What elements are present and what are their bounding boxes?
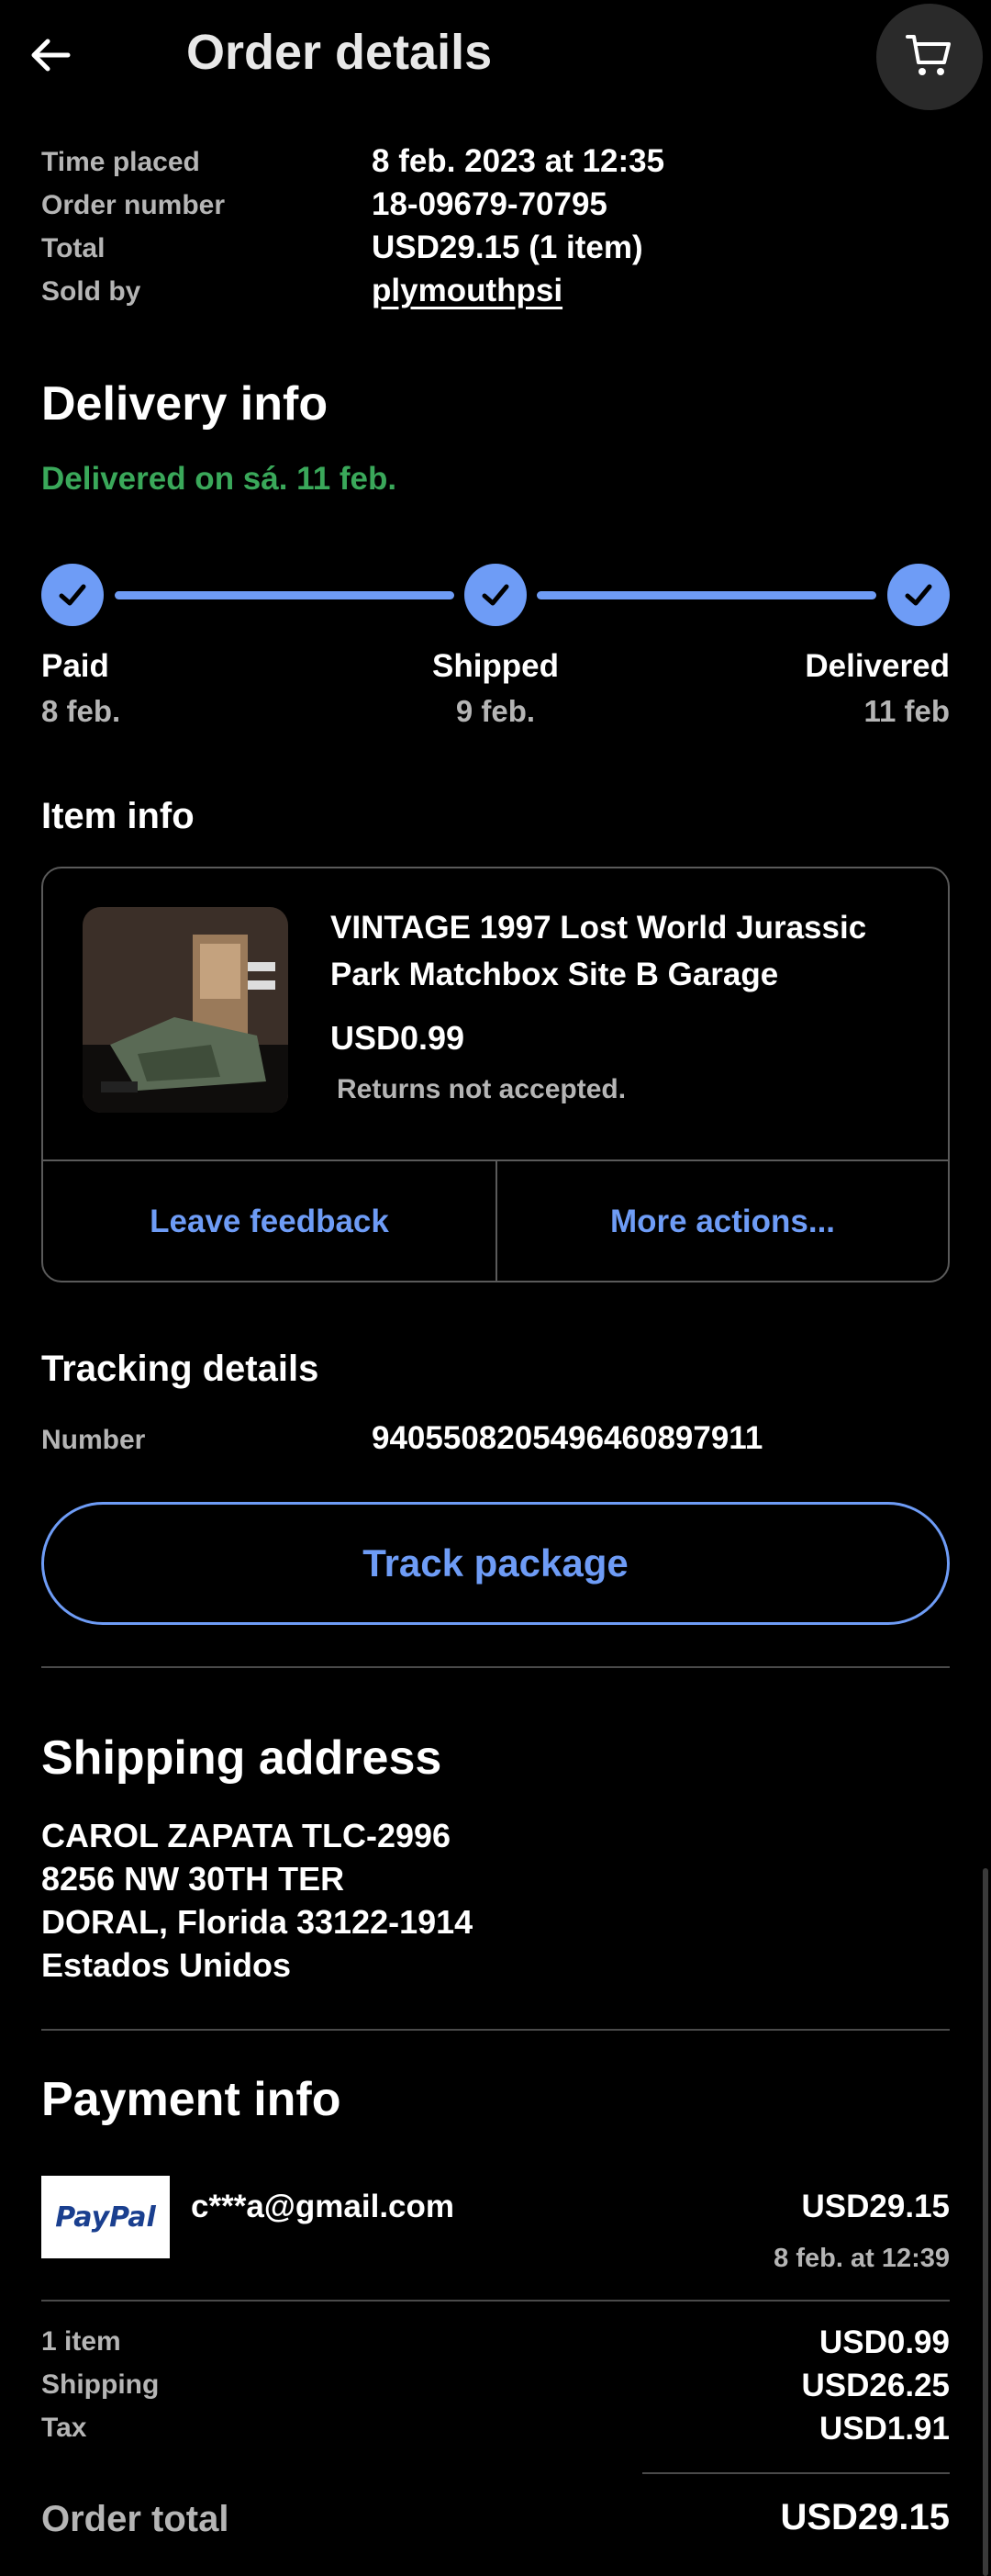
item-info-heading: Item info — [41, 796, 195, 836]
back-button[interactable] — [28, 20, 119, 94]
step-paid-check-icon — [41, 564, 104, 626]
cart-button[interactable] — [876, 4, 983, 110]
step-shipped-label: Shipped — [431, 648, 560, 684]
section-divider — [41, 2029, 950, 2031]
summary-shipping-label: Shipping — [41, 2369, 160, 2400]
seller-link[interactable]: plymouthpsi — [372, 273, 562, 309]
step-delivered-label: Delivered — [805, 648, 950, 684]
order-total-label: Order total — [41, 2499, 229, 2539]
time-placed-label: Time placed — [41, 147, 200, 177]
total-label: Total — [41, 233, 106, 263]
tracking-details-heading: Tracking details — [41, 1349, 319, 1389]
tracking-number-label: Number — [41, 1425, 146, 1455]
page-title: Order details — [186, 25, 493, 80]
shipping-address-heading: Shipping address — [41, 1731, 442, 1785]
step-paid-label: Paid — [41, 648, 109, 684]
arrow-left-icon — [28, 32, 73, 83]
address-line-4: Estados Unidos — [41, 1946, 292, 1984]
cart-icon — [904, 29, 955, 85]
address-line-1: CAROL ZAPATA TLC-2996 — [41, 1817, 451, 1854]
summary-shipping-value: USD26.25 — [801, 2368, 950, 2403]
order-total-value: USD29.15 — [780, 2497, 950, 2537]
item-price: USD0.99 — [330, 1019, 465, 1057]
section-divider — [41, 1666, 950, 1668]
step-delivered-date: 11 feb — [863, 694, 950, 728]
summary-tax-label: Tax — [41, 2413, 87, 2443]
summary-item-value: USD0.99 — [818, 2324, 950, 2360]
step-shipped-check-icon — [464, 564, 527, 626]
step-shipped-date: 9 feb. — [455, 694, 536, 728]
payment-info-heading: Payment info — [41, 2073, 341, 2126]
total-value: USD29.15 (1 item) — [372, 230, 643, 265]
step-delivered-check-icon — [887, 564, 950, 626]
track-package-button[interactable]: Track package — [41, 1502, 950, 1625]
payment-date: 8 feb. at 12:39 — [774, 2244, 950, 2273]
address-line-3: DORAL, Florida 33122-1914 — [41, 1903, 473, 1941]
paypal-logo: PayPal — [41, 2176, 170, 2258]
item-returns-policy: Returns not accepted. — [337, 1074, 627, 1104]
order-number-value: 18-09679-70795 — [372, 186, 607, 222]
progress-line-2 — [537, 591, 876, 599]
payment-email: c***a@gmail.com — [191, 2189, 455, 2224]
order-number-label: Order number — [41, 190, 226, 220]
more-actions-button[interactable]: More actions... — [497, 1164, 948, 1279]
sold-by-label: Sold by — [41, 276, 141, 307]
address-line-2: 8256 NW 30TH TER — [41, 1860, 345, 1898]
time-placed-value: 8 feb. 2023 at 12:35 — [372, 143, 665, 179]
step-paid-date: 8 feb. — [41, 694, 121, 728]
item-title[interactable]: VINTAGE 1997 Lost World Jurassic Park Ma… — [330, 904, 918, 998]
delivery-info-heading: Delivery info — [41, 377, 328, 431]
delivery-status: Delivered on sá. 11 feb. — [41, 461, 397, 497]
summary-tax-value: USD1.91 — [818, 2411, 950, 2447]
progress-line-1 — [115, 591, 454, 599]
section-divider — [41, 2300, 950, 2302]
summary-item-label: 1 item — [41, 2326, 121, 2357]
total-divider — [642, 2472, 950, 2474]
leave-feedback-button[interactable]: Leave feedback — [43, 1164, 496, 1279]
payment-amount: USD29.15 — [801, 2189, 950, 2224]
scrollbar[interactable] — [983, 1868, 988, 2576]
tracking-number-value: 9405508205496460897911 — [372, 1420, 763, 1456]
item-thumbnail[interactable] — [83, 907, 288, 1113]
